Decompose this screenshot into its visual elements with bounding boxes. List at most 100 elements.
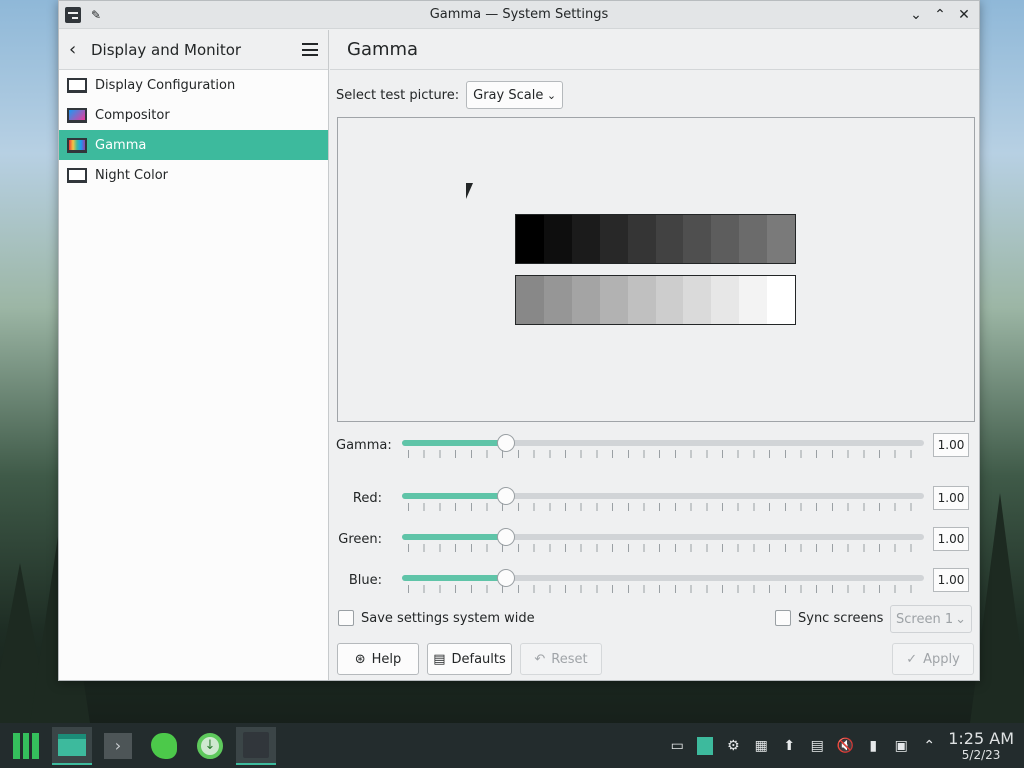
system-tray: ▭ ⚙ ▦ ⬆ ▤ 🔇 ▮ ▣ ⌃ 1:25 AM 5/2/23 <box>668 730 1024 762</box>
maximize-button[interactable]: ⌃ <box>931 6 949 24</box>
virtual-desktop-icon[interactable] <box>696 736 714 755</box>
gray-swatch <box>571 276 600 324</box>
reset-label: Reset <box>551 651 588 667</box>
night-color-icon <box>67 167 87 183</box>
settings-window: ✎ Gamma — System Settings ⌄ ⌃ ✕ ‹ Displa… <box>58 0 980 681</box>
slider-ticks <box>408 450 922 458</box>
taskbar-system-settings[interactable] <box>236 726 276 765</box>
close-button[interactable]: ✕ <box>955 6 973 24</box>
titlebar: ✎ Gamma — System Settings ⌄ ⌃ ✕ <box>59 1 979 29</box>
clock[interactable]: 1:25 AM 5/2/23 <box>948 730 1014 762</box>
taskbar-file-manager[interactable] <box>52 726 92 765</box>
window-icon[interactable]: ▭ <box>668 737 686 755</box>
usb-device-icon[interactable]: ▮ <box>864 737 882 755</box>
save-system-wide-row: Save settings system wide <box>338 610 535 626</box>
test-picture-select[interactable]: Gray Scale ⌄ <box>466 81 564 109</box>
slider-ticks <box>408 585 922 593</box>
gamma-slider-row: Gamma: 1.00 <box>336 433 976 458</box>
taskbar-browser[interactable] <box>144 727 184 765</box>
gamma-label: Gamma: <box>336 437 392 453</box>
gamma-value[interactable]: 1.00 <box>933 433 969 457</box>
test-picture-label: Select test picture: <box>336 87 460 103</box>
sync-screens-label: Sync screens <box>798 610 884 626</box>
network-icon[interactable]: ▣ <box>892 737 910 755</box>
green-value[interactable]: 1.00 <box>933 527 969 551</box>
main-panel: Gamma Select test picture: Gray Scale ⌄ … <box>330 30 979 680</box>
folder-icon <box>58 733 86 756</box>
gray-swatch <box>516 276 544 324</box>
blue-value[interactable]: 1.00 <box>933 568 969 592</box>
red-slider-row: Red: 1.00 <box>336 486 976 511</box>
clipboard-icon[interactable]: ▤ <box>808 737 826 755</box>
screen-select[interactable]: Screen 1 ⌄ <box>890 605 972 633</box>
slider-ticks <box>408 503 922 511</box>
reset-button[interactable]: ↶ Reset <box>520 643 602 675</box>
taskbar-software-center[interactable]: ↓ <box>190 727 230 765</box>
sidebar-item-display-configuration[interactable]: Display Configuration <box>59 70 328 100</box>
gray-swatch <box>683 215 712 263</box>
update-icon[interactable]: ⬆ <box>780 737 798 755</box>
chevron-down-icon: ⌄ <box>955 611 966 627</box>
green-slider-row: Green: 1.00 <box>336 527 976 552</box>
sidebar-item-night-color[interactable]: Night Color <box>59 160 328 190</box>
window-title: Gamma — System Settings <box>429 7 609 22</box>
minimize-button[interactable]: ⌄ <box>907 6 925 24</box>
clock-date: 5/2/23 <box>961 747 1001 762</box>
test-picture-value: Gray Scale <box>473 87 544 103</box>
terminal-icon: › <box>104 732 132 759</box>
sidebar-item-label: Gamma <box>95 137 147 153</box>
kde-connect-icon[interactable]: ▦ <box>752 737 770 755</box>
back-icon[interactable]: ‹ <box>69 39 91 60</box>
screen-select-value: Screen 1 <box>896 611 954 627</box>
light-grayscale-strip <box>515 275 796 325</box>
save-system-wide-label: Save settings system wide <box>361 610 535 626</box>
system-settings-icon <box>243 731 269 758</box>
green-label: Green: <box>338 531 382 547</box>
undo-icon: ↶ <box>534 651 546 667</box>
test-picture-preview <box>337 117 975 422</box>
system-settings-icon[interactable] <box>65 6 81 23</box>
checkmark-icon: ✓ <box>906 651 918 667</box>
gray-swatch <box>655 276 684 324</box>
expand-tray-icon[interactable]: ⌃ <box>920 737 938 755</box>
slider-ticks <box>408 544 922 552</box>
gray-swatch <box>739 215 768 263</box>
apply-label: Apply <box>923 651 960 667</box>
gray-swatch <box>767 276 796 324</box>
defaults-button[interactable]: ▤ Defaults <box>427 643 512 675</box>
gamma-icon <box>67 137 87 153</box>
apply-button[interactable]: ✓ Apply <box>892 643 974 675</box>
hamburger-menu-icon[interactable] <box>302 43 318 56</box>
gamma-slider[interactable] <box>402 434 924 452</box>
gray-swatch <box>543 215 572 263</box>
red-value[interactable]: 1.00 <box>933 486 969 510</box>
test-picture-row: Select test picture: Gray Scale ⌄ <box>336 81 564 109</box>
green-slider[interactable] <box>402 528 924 546</box>
help-icon: ⊛ <box>354 651 366 667</box>
page-title: Gamma <box>330 30 979 70</box>
pin-icon[interactable]: ✎ <box>91 8 101 22</box>
red-label: Red: <box>352 490 382 506</box>
network-share-icon[interactable]: ⚙ <box>724 737 742 755</box>
blue-label: Blue: <box>348 572 382 588</box>
gray-swatch <box>599 276 628 324</box>
sidebar-header: ‹ Display and Monitor <box>59 30 328 70</box>
blue-slider[interactable] <box>402 569 924 587</box>
sidebar-item-gamma[interactable]: Gamma <box>59 130 328 160</box>
application-launcher[interactable] <box>6 727 46 765</box>
sync-screens-checkbox[interactable] <box>775 610 791 626</box>
sidebar-item-compositor[interactable]: Compositor <box>59 100 328 130</box>
gray-swatch <box>711 215 740 263</box>
taskbar-terminal[interactable]: › <box>98 727 138 765</box>
volume-muted-icon[interactable]: 🔇 <box>836 737 854 755</box>
save-system-wide-checkbox[interactable] <box>338 610 354 626</box>
gray-swatch <box>516 215 544 263</box>
sidebar: ‹ Display and Monitor Display Configurat… <box>59 30 329 680</box>
dark-grayscale-strip <box>515 214 796 264</box>
gray-swatch <box>571 215 600 263</box>
red-slider[interactable] <box>402 487 924 505</box>
gray-swatch <box>683 276 712 324</box>
sidebar-item-label: Night Color <box>95 167 168 183</box>
gray-swatch <box>711 276 740 324</box>
help-button[interactable]: ⊛ Help <box>337 643 419 675</box>
